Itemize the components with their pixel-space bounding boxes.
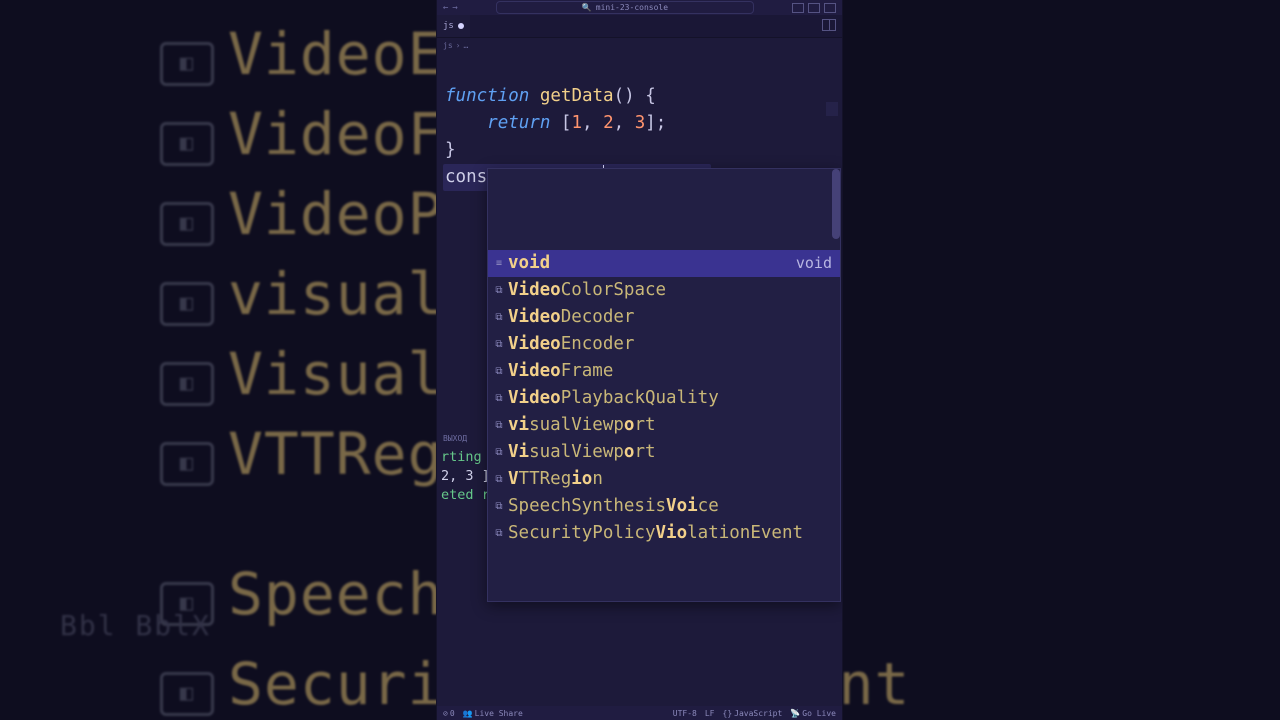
status-eol[interactable]: LF — [705, 709, 715, 718]
autocomplete-item[interactable]: ≡voidvoid — [488, 250, 840, 277]
num-2: 2 — [603, 113, 614, 133]
tab-filename: js — [443, 21, 454, 31]
autocomplete-item[interactable]: ⧉VideoPlaybackQuality — [488, 385, 840, 412]
tab-bar: js — [437, 15, 842, 38]
layout-left-icon[interactable] — [792, 3, 804, 13]
tab-index-js[interactable]: js — [437, 15, 470, 37]
variable-icon: ⧉ — [492, 493, 506, 520]
variable-icon: ⧉ — [492, 520, 506, 547]
autocomplete-item[interactable]: ⧉VideoEncoder — [488, 331, 840, 358]
command-center-text: mini-23-console — [596, 3, 668, 12]
fn-name: getData — [540, 86, 614, 106]
autocomplete-item[interactable]: ⧉visualViewport — [488, 412, 840, 439]
variable-icon: ⧉ — [492, 385, 506, 412]
code-editor[interactable]: function getData() { return [1, 2, 3]; }… — [437, 52, 842, 326]
variable-icon: ⧉ — [492, 277, 506, 304]
nav-arrows: ← → — [443, 3, 458, 13]
split-editor-icon[interactable] — [822, 19, 836, 31]
breadcrumb[interactable]: js › … — [437, 38, 842, 52]
variable-icon: ⧉ — [492, 331, 506, 358]
variable-icon: ⧉ — [492, 412, 506, 439]
autocomplete-item[interactable]: ⧉VideoFrame — [488, 358, 840, 385]
autocomplete-scrollbar[interactable] — [832, 169, 840, 601]
kw-function: function — [445, 86, 529, 106]
autocomplete-label: void — [508, 250, 796, 277]
autocomplete-label: SpeechSynthesisVoice — [508, 493, 832, 520]
unsaved-dot-icon — [458, 23, 464, 29]
autocomplete-label: VideoColorSpace — [508, 277, 832, 304]
arr-open: [ — [550, 113, 571, 133]
arr-close: ]; — [645, 113, 666, 133]
command-center[interactable]: 🔍 mini-23-console — [496, 1, 754, 14]
autocomplete-label: visualViewport — [508, 412, 832, 439]
breadcrumb-sep-icon: › — [456, 41, 461, 50]
search-icon: 🔍 — [582, 3, 592, 12]
status-go-live[interactable]: 📡 Go Live — [790, 709, 836, 718]
out-line2: 2, 3 ] — [441, 468, 490, 484]
layout-right-icon[interactable] — [824, 3, 836, 13]
variable-icon: ⧉ — [492, 304, 506, 331]
autocomplete-item[interactable]: ⧉SpeechSynthesisVoice — [488, 493, 840, 520]
nav-forward-icon[interactable]: → — [452, 3, 457, 13]
backdrop-status: Bbl BblX — [60, 609, 211, 642]
layout-bottom-icon[interactable] — [808, 3, 820, 13]
breadcrumb-file: js — [443, 41, 453, 50]
num-3: 3 — [635, 113, 646, 133]
breadcrumb-rest: … — [463, 41, 468, 50]
autocomplete-item[interactable]: ⧉VideoDecoder — [488, 304, 840, 331]
variable-icon: ⧉ — [492, 439, 506, 466]
titlebar: ← → 🔍 mini-23-console — [437, 0, 842, 15]
status-language[interactable]: {} JavaScript — [723, 709, 783, 718]
autocomplete-label: VideoEncoder — [508, 331, 832, 358]
status-encoding[interactable]: UTF-8 — [673, 709, 697, 718]
nav-back-icon[interactable]: ← — [443, 3, 448, 13]
brace-open: { — [635, 86, 656, 106]
autocomplete-popup: ≡voidvoid⧉VideoColorSpace⧉VideoDecoder⧉V… — [487, 168, 841, 602]
layout-controls — [792, 3, 836, 13]
editor-window: ← → 🔍 mini-23-console js js › … function… — [437, 0, 842, 720]
autocomplete-label: VideoPlaybackQuality — [508, 385, 832, 412]
autocomplete-label: VTTRegion — [508, 466, 832, 493]
status-bar: ⊘ 0 👥 Live Share UTF-8 LF {} JavaScript … — [437, 706, 842, 720]
autocomplete-detail: void — [796, 250, 832, 277]
num-1: 1 — [571, 113, 582, 133]
keyword-icon: ≡ — [492, 250, 506, 277]
brace-close: } — [445, 140, 456, 160]
status-live-share[interactable]: 👥 Live Share — [463, 709, 523, 718]
autocomplete-item[interactable]: ⧉VisualViewport — [488, 439, 840, 466]
autocomplete-label: VideoDecoder — [508, 304, 832, 331]
minimap[interactable] — [826, 102, 838, 116]
out-line1a: rting — [441, 449, 490, 465]
kw-return: return — [487, 113, 550, 133]
variable-icon: ⧉ — [492, 358, 506, 385]
fn-parens: () — [614, 86, 635, 106]
autocomplete-label: VisualViewport — [508, 439, 832, 466]
autocomplete-item[interactable]: ⧉VideoColorSpace — [488, 277, 840, 304]
panel-tab-output[interactable]: ВЫХОД — [443, 434, 467, 443]
variable-icon: ⧉ — [492, 466, 506, 493]
autocomplete-item[interactable]: ⧉VTTRegion — [488, 466, 840, 493]
autocomplete-label: VideoFrame — [508, 358, 832, 385]
autocomplete-label: SecurityPolicyViolationEvent — [508, 520, 832, 547]
status-errors[interactable]: ⊘ 0 — [443, 709, 455, 718]
autocomplete-item[interactable]: ⧉SecurityPolicyViolationEvent — [488, 520, 840, 547]
